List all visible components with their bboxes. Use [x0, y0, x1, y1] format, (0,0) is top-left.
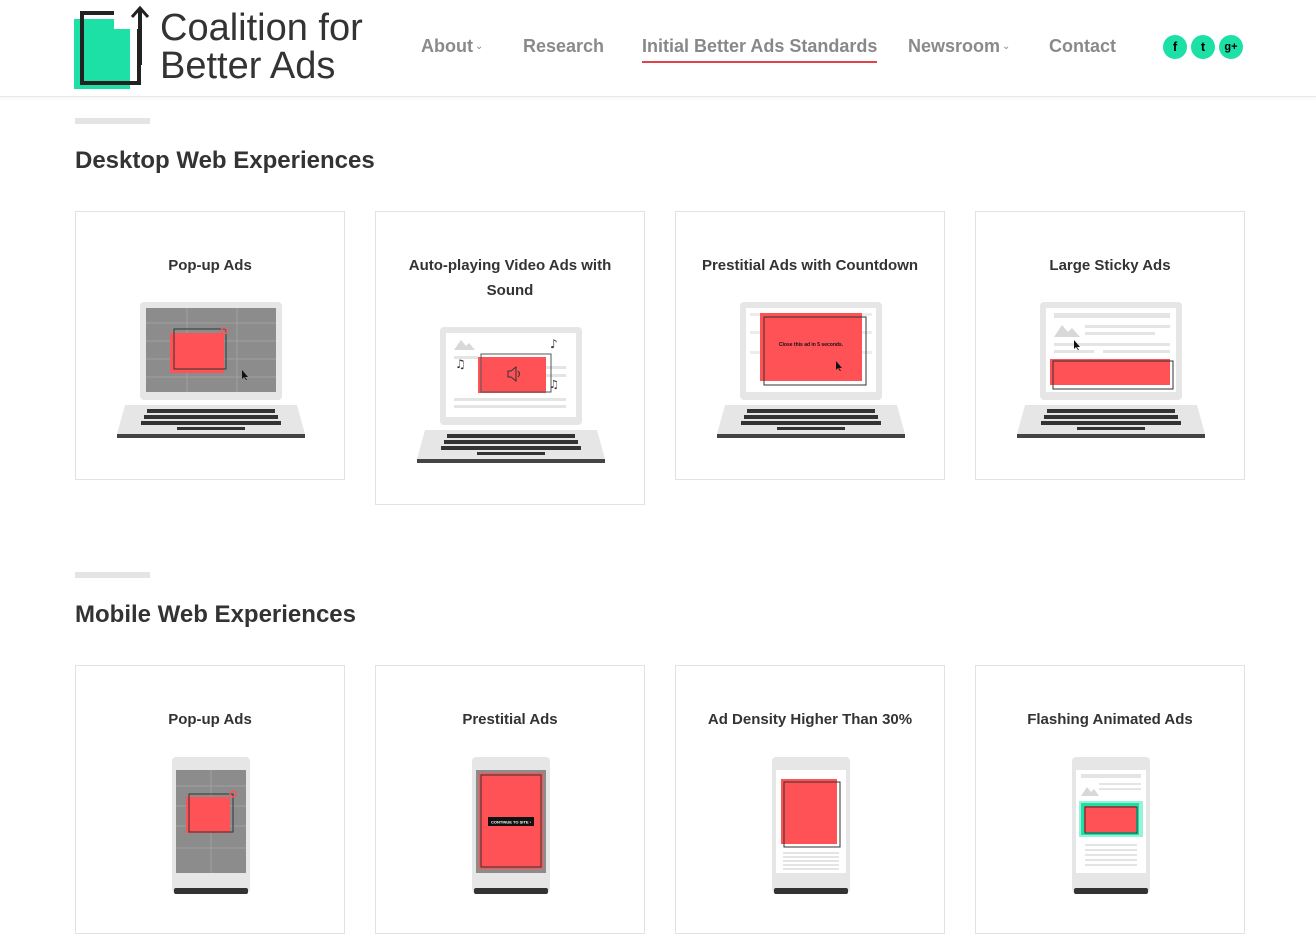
card-title: Pop-up Ads	[168, 711, 252, 728]
mobile-card-popup-ads[interactable]: Pop-up Ads	[75, 665, 345, 934]
site-header: Coalition for Better Ads About ⌄ Research…	[0, 0, 1316, 97]
svg-text:♫: ♫	[549, 378, 559, 391]
twitter-icon[interactable]: t	[1191, 35, 1215, 59]
nav-item-newsroom[interactable]: Newsroom ⌄	[908, 36, 1010, 57]
card-title: Prestitial Ads with Countdown	[701, 257, 919, 274]
google-plus-icon[interactable]: g+	[1219, 35, 1243, 59]
card-title: Prestitial Ads	[462, 711, 558, 728]
phone-prestitial-icon: CONTINUE TO SITE ›	[472, 757, 550, 894]
nav-item-label: Initial Better Ads Standards	[642, 36, 878, 56]
svg-text:♫: ♫	[455, 357, 466, 371]
nav-item-about[interactable]: About ⌄	[421, 36, 483, 57]
nav-item-label: Research	[523, 36, 605, 56]
desktop-card-large-sticky[interactable]: Large Sticky Ads	[975, 211, 1245, 480]
mobile-card-flashing-animated[interactable]: Flashing Animated Ads	[975, 665, 1245, 934]
chevron-down-icon: ⌄	[1002, 41, 1011, 52]
mobile-card-prestitial[interactable]: Prestitial Ads CONTINUE TO SITE ›	[375, 665, 645, 934]
phone-flashing-ad-icon	[1072, 757, 1150, 894]
phone-popup-ad-icon	[172, 757, 250, 894]
section-title-desktop: Desktop Web Experiences	[75, 147, 375, 174]
laptop-prestitial-countdown-icon: Close this ad in 5 seconds.	[717, 302, 905, 438]
laptop-autoplay-video-icon: ♪ ♫ ♫	[417, 327, 605, 463]
card-title: Large Sticky Ads	[1049, 257, 1171, 274]
facebook-icon[interactable]: f	[1163, 35, 1187, 59]
desktop-card-popup-ads[interactable]: Pop-up Ads	[75, 211, 345, 480]
chevron-down-icon: ⌄	[474, 41, 484, 52]
nav-item-label: Contact	[1049, 36, 1116, 56]
card-title: Pop-up Ads	[168, 257, 252, 274]
card-title: Ad Density Higher Than 30%	[707, 711, 913, 728]
laptop-popup-ad-icon	[117, 302, 305, 438]
nav-item-label: Newsroom	[908, 36, 1001, 56]
nav-item-label: About	[421, 36, 473, 56]
mobile-card-ad-density[interactable]: Ad Density Higher Than 30%	[675, 665, 945, 934]
nav-item-contact[interactable]: Contact	[1049, 36, 1116, 57]
desktop-card-autoplay-video[interactable]: Auto-playing Video Ads with Sound ♪ ♫ ♫	[375, 211, 645, 505]
section-divider	[75, 118, 150, 124]
laptop-sticky-ad-icon	[1017, 302, 1205, 438]
card-title: Auto-playing Video Ads with Sound	[408, 257, 612, 299]
nav-item-research[interactable]: Research	[523, 36, 604, 57]
overlay-text: Close this ad in 5 seconds.	[779, 342, 844, 348]
continue-to-site-button: CONTINUE TO SITE ›	[491, 820, 532, 825]
nav-item-initial-better-ads-standards[interactable]: Initial Better Ads Standards	[642, 36, 878, 63]
main-nav: About ⌄ Research Initial Better Ads Stand…	[0, 36, 1316, 66]
svg-text:♪: ♪	[550, 337, 558, 351]
card-title: Flashing Animated Ads	[1027, 711, 1193, 728]
desktop-card-prestitial-countdown[interactable]: Prestitial Ads with Countdown Close this…	[675, 211, 945, 480]
phone-ad-density-icon	[772, 757, 850, 894]
section-divider	[75, 572, 150, 578]
section-title-mobile: Mobile Web Experiences	[75, 601, 356, 628]
